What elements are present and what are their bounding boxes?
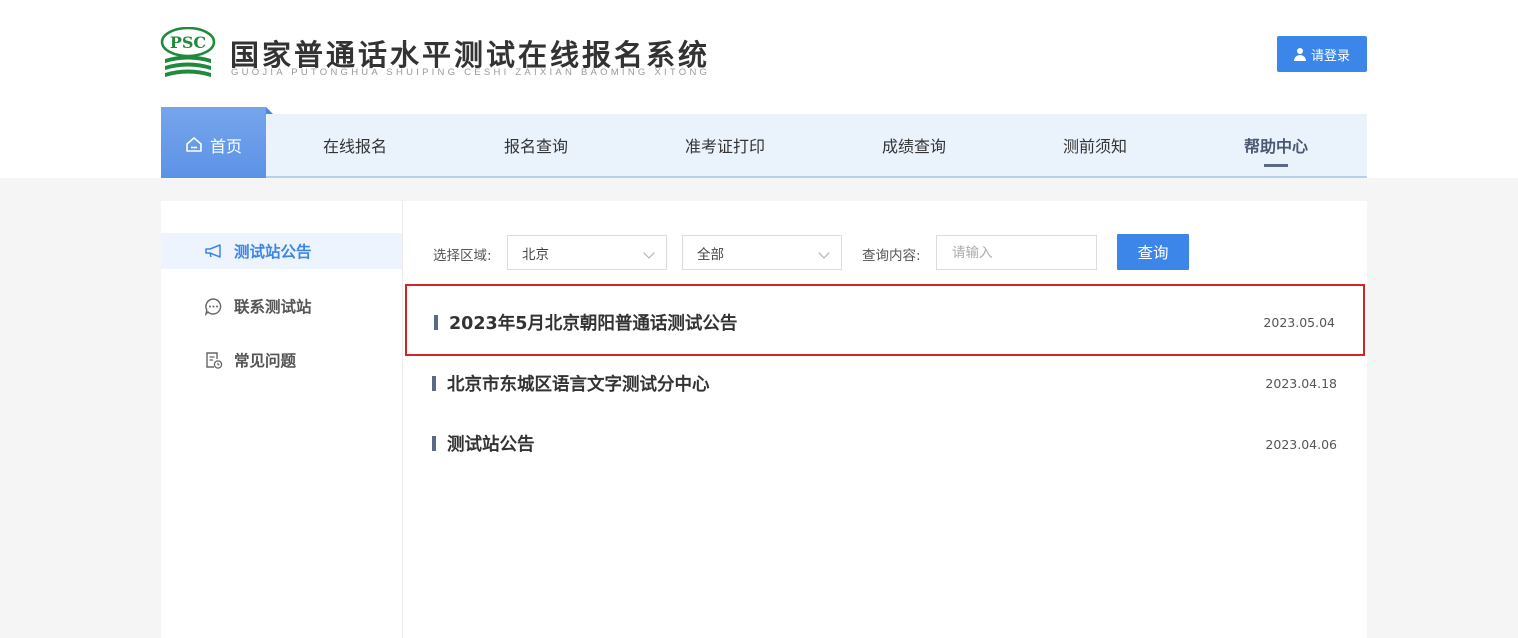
query-button[interactable]: 查询 — [1117, 234, 1189, 270]
announcement-title[interactable]: 测试站公告 — [447, 431, 535, 456]
announcement-date: 2023.04.06 — [1265, 437, 1337, 452]
login-label: 请登录 — [1310, 48, 1350, 64]
announcement-date: 2023.05.04 — [1263, 315, 1335, 330]
district-select[interactable]: 全部 — [682, 235, 842, 270]
site-subtitle: GUOJIA PUTONGHUA SHUIPING CESHI ZAIXIAN … — [231, 67, 711, 78]
nav-item-score-query[interactable]: 成绩查询 — [839, 114, 989, 176]
announcement-title[interactable]: 2023年5月北京朝阳普通话测试公告 — [449, 310, 737, 335]
chat-bubble-icon — [204, 297, 222, 316]
sidebar-item-label: 联系测试站 — [234, 298, 312, 316]
user-icon — [1293, 47, 1306, 61]
district-select-value: 全部 — [697, 246, 724, 263]
nav-item-home[interactable]: 首页 — [161, 107, 273, 178]
megaphone-icon — [205, 244, 221, 258]
title-marker — [432, 376, 436, 391]
query-label: 查询内容: — [862, 248, 921, 264]
chevron-down-icon — [818, 247, 830, 259]
chevron-down-icon — [643, 247, 655, 259]
title-marker — [432, 436, 436, 451]
svg-text:PSC: PSC — [170, 33, 206, 52]
sidebar-item-announcements[interactable]: 测试站公告 — [161, 233, 402, 269]
nav-item-registration-query[interactable]: 报名查询 — [461, 114, 611, 176]
region-label: 选择区域: — [433, 248, 492, 264]
nav-item-online-registration[interactable]: 在线报名 — [280, 114, 430, 176]
psc-logo[interactable]: PSC — [160, 26, 216, 81]
announcement-date: 2023.04.18 — [1265, 376, 1337, 391]
sidebar: 测试站公告 联系测试站 常见问题 — [161, 201, 403, 638]
home-icon — [186, 137, 202, 152]
announcement-row[interactable]: 测试站公告 2023.04.06 — [405, 409, 1365, 481]
nav-item-help-center[interactable]: 帮助中心 — [1201, 114, 1351, 176]
nav-item-admission-ticket[interactable]: 准考证打印 — [650, 114, 800, 176]
sidebar-item-label: 测试站公告 — [234, 243, 312, 261]
nav-item-test-notice[interactable]: 测前须知 — [1020, 114, 1170, 176]
title-marker — [434, 315, 438, 330]
search-input[interactable] — [936, 235, 1097, 270]
sidebar-item-label: 常见问题 — [234, 352, 297, 370]
login-button[interactable]: 请登录 — [1277, 36, 1367, 72]
sidebar-item-faq[interactable]: 常见问题 — [161, 342, 402, 378]
nav-label-home: 首页 — [209, 136, 242, 156]
sidebar-item-contact[interactable]: 联系测试站 — [161, 288, 402, 324]
region-select-value: 北京 — [522, 246, 549, 263]
announcement-title[interactable]: 北京市东城区语言文字测试分中心 — [447, 371, 710, 396]
region-select[interactable]: 北京 — [507, 235, 667, 270]
document-clock-icon — [206, 351, 223, 369]
announcement-row[interactable]: 2023年5月北京朝阳普通话测试公告 2023.05.04 — [405, 284, 1365, 356]
